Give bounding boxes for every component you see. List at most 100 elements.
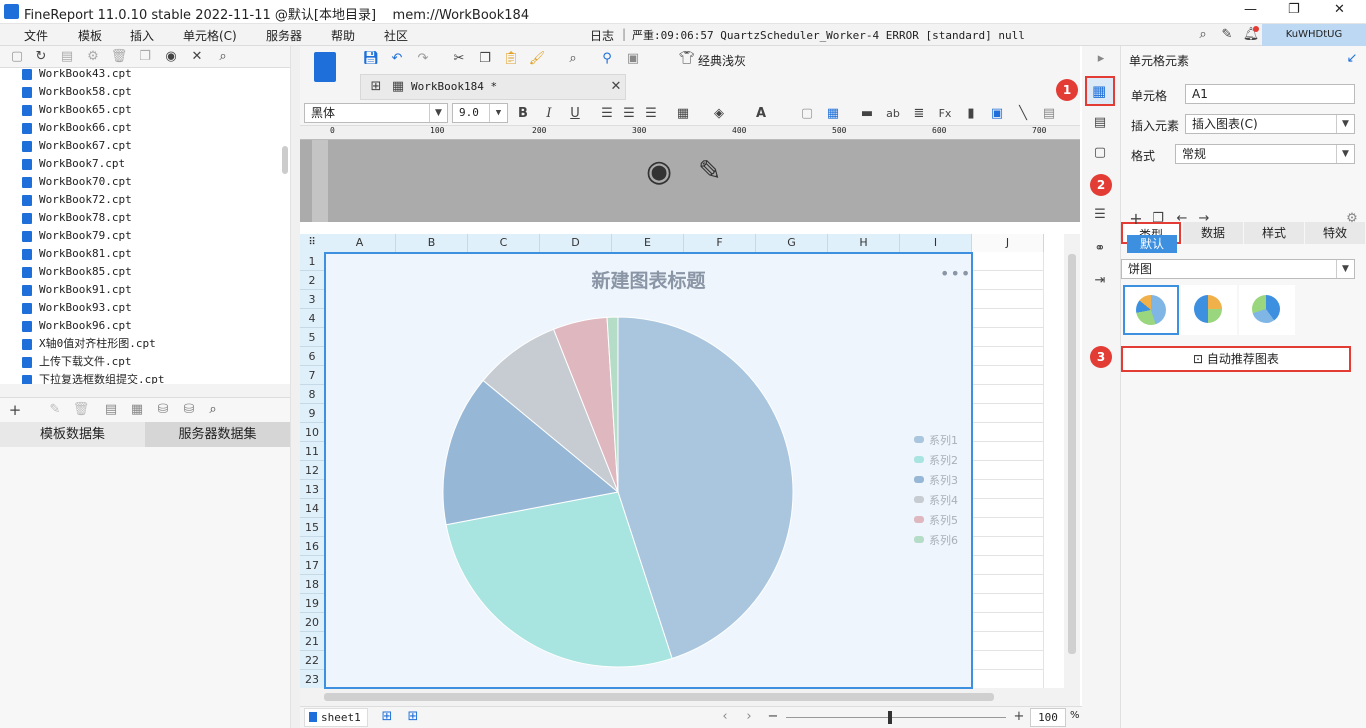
- list-item[interactable]: WorkBook79.cpt: [22, 227, 132, 245]
- search-icon[interactable]: ⌕: [1194, 26, 1212, 44]
- legend-item[interactable]: 系列3: [914, 472, 958, 488]
- tab-template-dataset[interactable]: 模板数据集: [0, 422, 145, 447]
- menu-community[interactable]: 社区: [384, 27, 408, 44]
- row-header[interactable]: 18: [300, 575, 324, 594]
- condition-icon[interactable]: ☰: [1091, 206, 1109, 224]
- vertical-scrollbar[interactable]: [1064, 234, 1080, 688]
- scroll-thumb[interactable]: [324, 693, 994, 701]
- list-item[interactable]: WorkBook78.cpt: [22, 209, 132, 227]
- chart-icon[interactable]: ▮: [962, 105, 980, 123]
- sheet-tab[interactable]: sheet1: [304, 708, 368, 727]
- column-header[interactable]: H: [828, 234, 900, 252]
- list-item[interactable]: WorkBook43.cpt: [22, 68, 132, 83]
- copy-icon[interactable]: ❐: [136, 48, 154, 66]
- left-splitter[interactable]: [290, 46, 300, 728]
- splitter[interactable]: [0, 384, 290, 398]
- cell-column-j[interactable]: [972, 252, 1044, 688]
- copy-icon[interactable]: ❐: [1149, 210, 1167, 228]
- undo-icon[interactable]: ↶: [388, 50, 406, 68]
- select-all-corner[interactable]: ⠿: [300, 234, 324, 252]
- hide-icon[interactable]: ◉: [646, 154, 672, 189]
- pencil-icon[interactable]: ✎: [698, 154, 721, 187]
- column-header[interactable]: J: [972, 234, 1044, 252]
- default-tag[interactable]: 默认: [1127, 235, 1177, 253]
- column-header[interactable]: F: [684, 234, 756, 252]
- legend-item[interactable]: 系列5: [914, 512, 958, 528]
- theme-icon[interactable]: 👕︎: [678, 50, 696, 68]
- menu-file[interactable]: 文件: [24, 27, 48, 44]
- row-header[interactable]: 7: [300, 366, 324, 385]
- collapse-arrow-icon[interactable]: ↙: [1343, 50, 1361, 68]
- refresh-icon[interactable]: ↻: [32, 48, 50, 66]
- edit-note-icon[interactable]: ✎: [1218, 26, 1236, 44]
- horizontal-scrollbar[interactable]: [300, 688, 1080, 706]
- row-header[interactable]: 23: [300, 670, 324, 689]
- delete-icon[interactable]: 🗑︎: [110, 48, 128, 66]
- add-dataset-icon[interactable]: +: [6, 401, 24, 419]
- next-icon[interactable]: ›: [740, 708, 758, 726]
- theme-label[interactable]: 经典浅灰: [698, 52, 746, 69]
- column-header[interactable]: B: [396, 234, 468, 252]
- copy-icon[interactable]: ❐: [476, 50, 494, 68]
- parameter-icon[interactable]: ▦: [128, 401, 146, 419]
- preview-icon[interactable]: ▤: [102, 401, 120, 419]
- row-header[interactable]: 3: [300, 290, 324, 309]
- zoom-slider[interactable]: [786, 717, 1006, 718]
- image-icon[interactable]: ▣: [988, 105, 1006, 123]
- pie-type-option[interactable]: [1181, 285, 1237, 335]
- list-item[interactable]: WorkBook96.cpt: [22, 317, 132, 335]
- legend-item[interactable]: 系列1: [914, 432, 958, 448]
- list-item[interactable]: WorkBook72.cpt: [22, 191, 132, 209]
- list-item[interactable]: X轴0值对齐柱形图.cpt: [22, 335, 156, 353]
- pie-type-option[interactable]: [1123, 285, 1179, 335]
- plugin-icon[interactable]: ⚲: [598, 50, 616, 68]
- add-icon[interactable]: +: [1127, 210, 1145, 228]
- export-icon[interactable]: ⇥: [1091, 272, 1109, 290]
- subreport-icon[interactable]: ▤: [1040, 105, 1058, 123]
- row-header[interactable]: 14: [300, 499, 324, 518]
- legend-item[interactable]: 系列4: [914, 492, 958, 508]
- arrow-right-icon[interactable]: →: [1195, 210, 1213, 228]
- row-header[interactable]: 21: [300, 632, 324, 651]
- list-item[interactable]: WorkBook93.cpt: [22, 299, 132, 317]
- row-header[interactable]: 6: [300, 347, 324, 366]
- column-header[interactable]: A: [324, 234, 396, 252]
- auto-recommend-button[interactable]: ⊡ 自动推荐图表: [1121, 346, 1351, 372]
- paragraph-icon[interactable]: ≣: [910, 105, 928, 123]
- align-left-icon[interactable]: ☰: [598, 105, 616, 123]
- row-header[interactable]: 5: [300, 328, 324, 347]
- expand-icon[interactable]: ▸: [1092, 50, 1110, 68]
- pie-type-option[interactable]: [1239, 285, 1295, 335]
- slash-icon[interactable]: ╲: [1014, 105, 1032, 123]
- image-icon[interactable]: ▣: [624, 50, 642, 68]
- align-right-icon[interactable]: ☰: [642, 105, 660, 123]
- cell-element-button[interactable]: ▦: [1085, 76, 1115, 106]
- database-link-icon[interactable]: ⛁: [180, 401, 198, 419]
- scroll-thumb[interactable]: [1068, 254, 1076, 654]
- bold-button[interactable]: B: [514, 105, 532, 123]
- align-center-icon[interactable]: ☰: [620, 105, 638, 123]
- formula-icon[interactable]: Fx: [936, 105, 954, 123]
- row-header[interactable]: 15: [300, 518, 324, 537]
- gear-icon[interactable]: ⚙: [1343, 210, 1361, 228]
- table-icon[interactable]: ▦: [824, 105, 842, 123]
- legend-item[interactable]: 系列6: [914, 532, 958, 548]
- row-header[interactable]: 19: [300, 594, 324, 613]
- list-item[interactable]: WorkBook58.cpt: [22, 83, 132, 101]
- legend-item[interactable]: 系列2: [914, 452, 958, 468]
- cell-field[interactable]: A1: [1185, 84, 1355, 104]
- edit-icon[interactable]: ✎: [46, 401, 64, 419]
- locate-icon[interactable]: ◉: [162, 48, 180, 66]
- insert-row-icon[interactable]: ▬: [858, 105, 876, 123]
- border-icon[interactable]: ▦: [674, 105, 692, 123]
- row-header[interactable]: 8: [300, 385, 324, 404]
- insert-element-select[interactable]: 插入图表(C) ▼: [1185, 114, 1355, 134]
- list-item[interactable]: 上传下载文件.cpt: [22, 353, 132, 371]
- row-header[interactable]: 17: [300, 556, 324, 575]
- zoom-input[interactable]: 100: [1030, 708, 1066, 727]
- row-header[interactable]: 22: [300, 651, 324, 670]
- row-header[interactable]: 13: [300, 480, 324, 499]
- menu-help[interactable]: 帮助: [331, 27, 355, 44]
- add-form-sheet-icon[interactable]: ⊞: [404, 708, 422, 726]
- minimize-button[interactable]: —: [1244, 2, 1257, 17]
